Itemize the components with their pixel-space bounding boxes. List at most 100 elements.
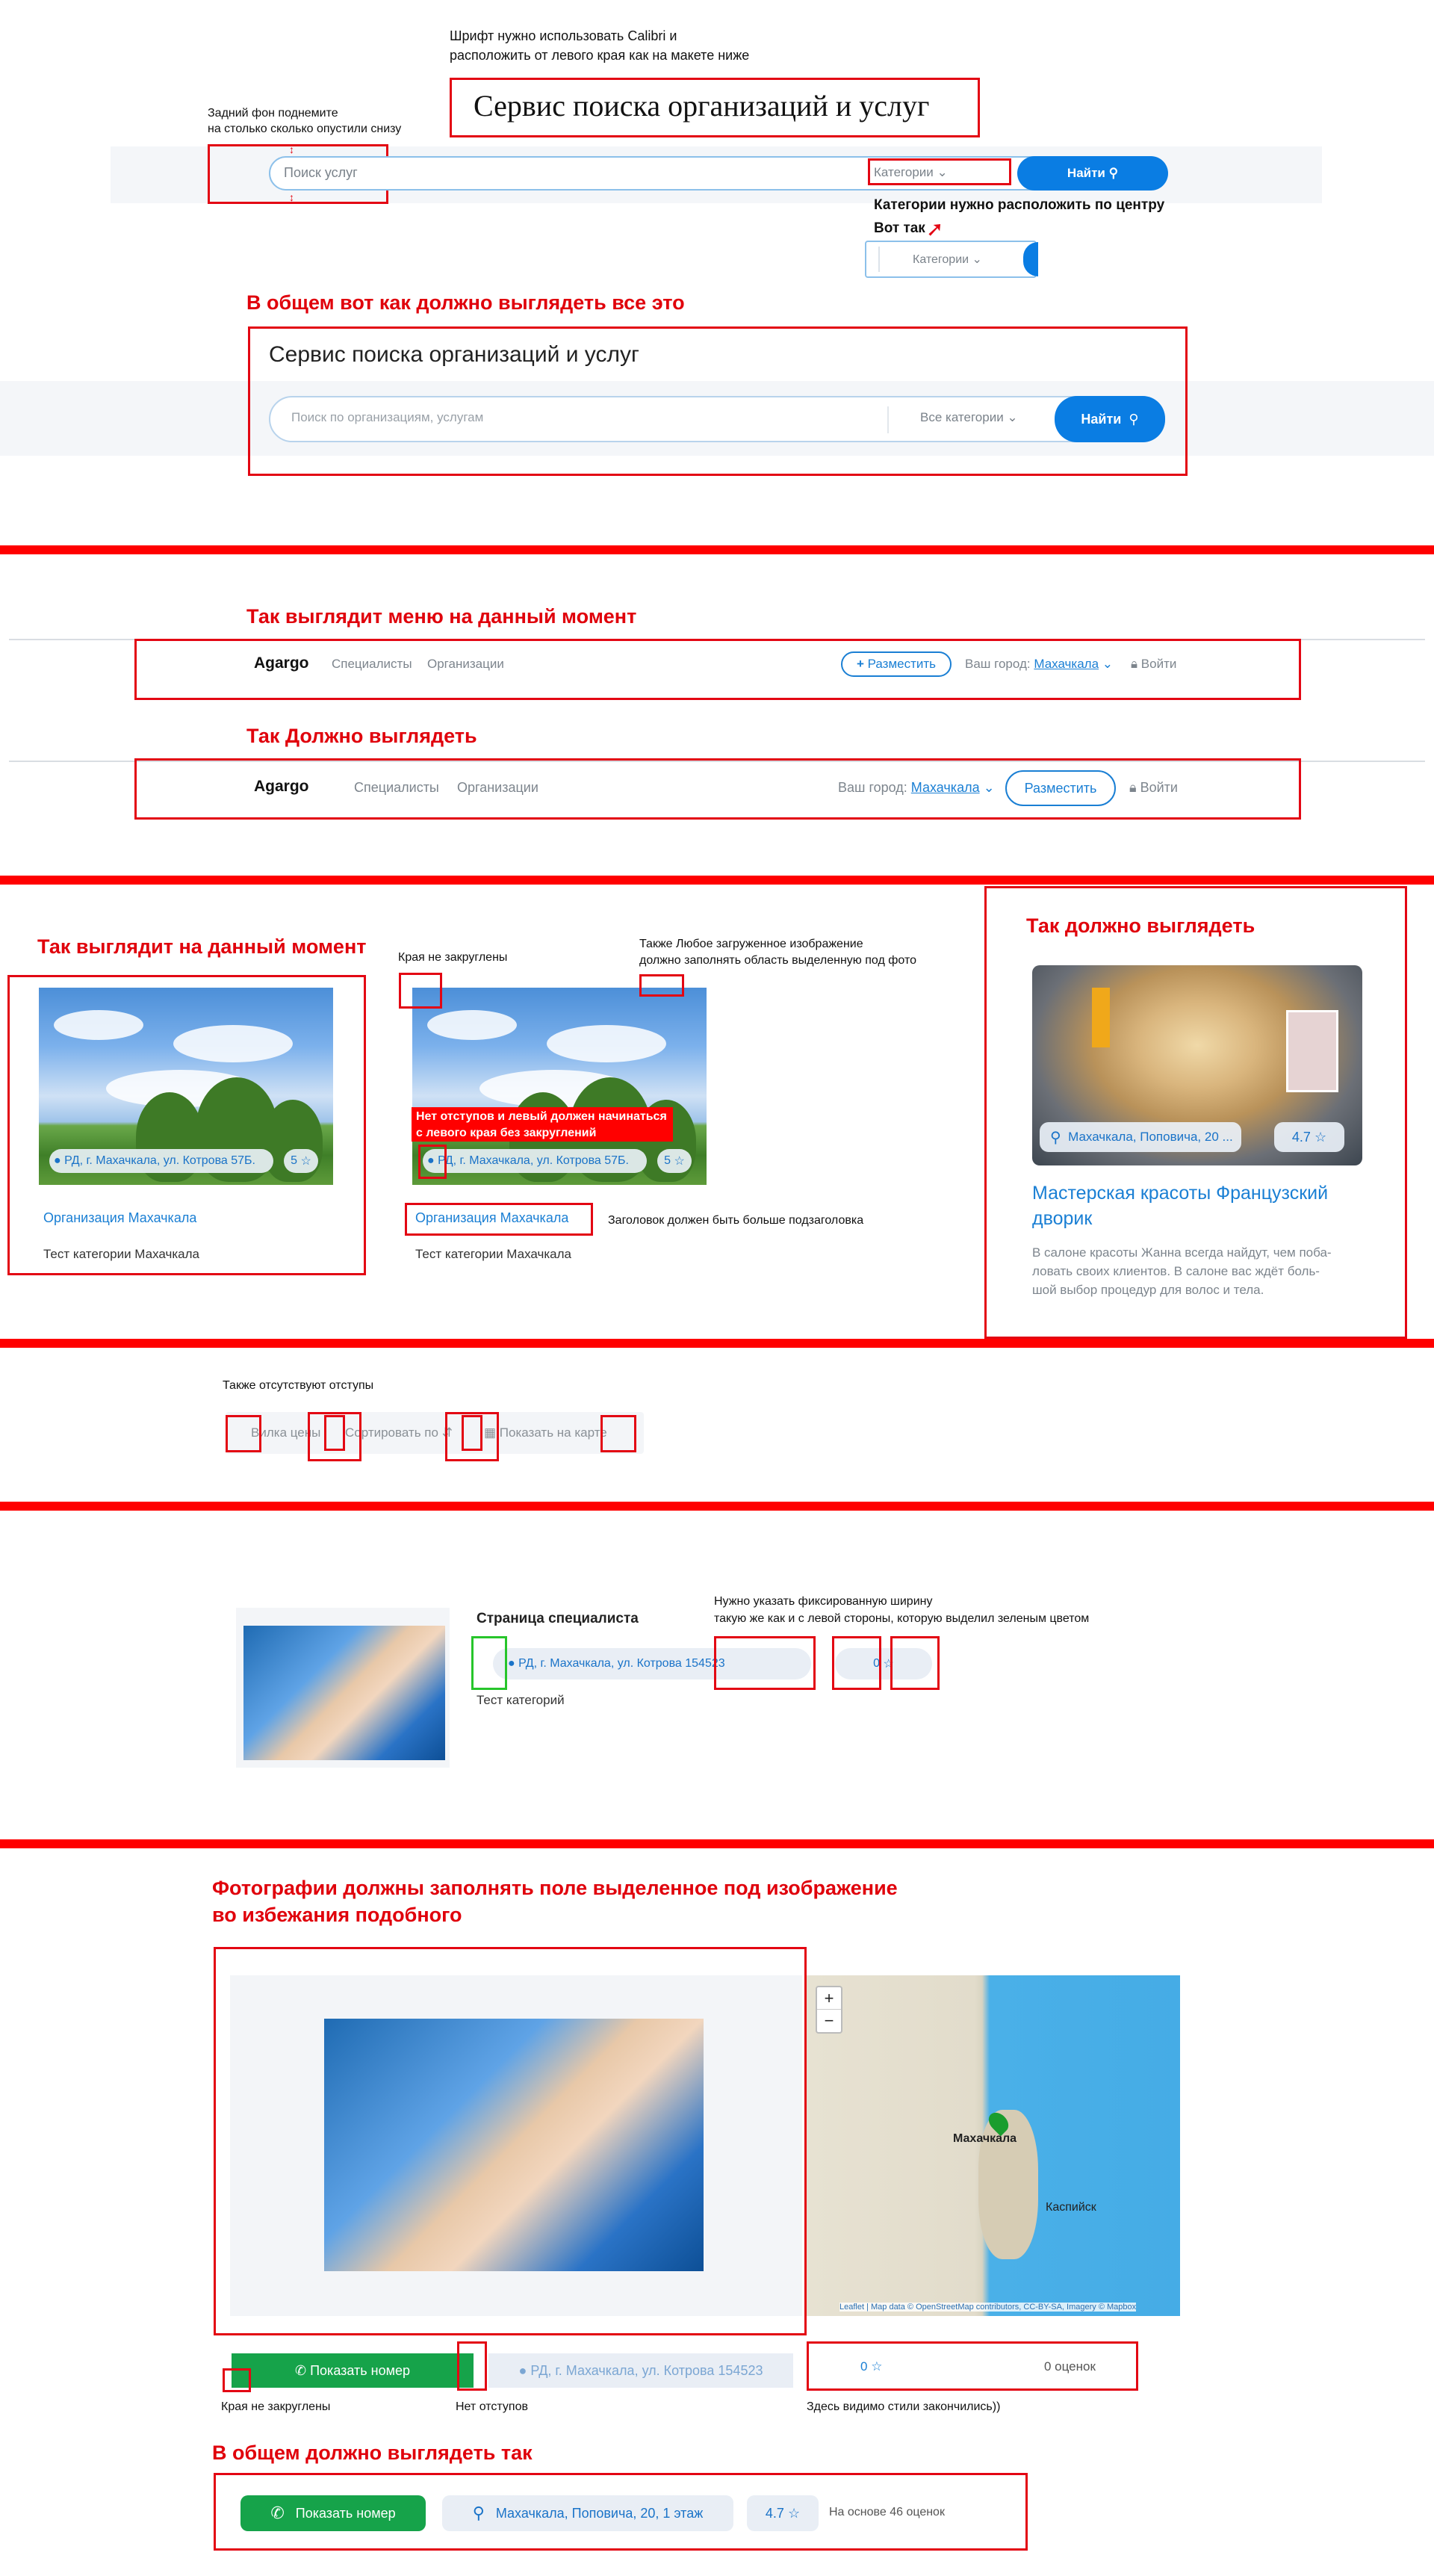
menu-current-box	[134, 639, 1301, 700]
cloud-shape	[54, 1010, 143, 1040]
overall-heading-1: В общем вот как должно выглядеть все это	[246, 291, 685, 314]
show-number-label: Показать номер	[295, 2505, 396, 2521]
image-note-line2: должно заполнять область выделенную под …	[639, 954, 916, 967]
font-note-line1: Шрифт нужно использовать Calibri и	[450, 28, 677, 43]
categories-dropdown-target[interactable]: Все категории ⌄	[920, 410, 1018, 425]
photo-heading-line1: Фотографии должны заполнять поле выделен…	[212, 1877, 898, 1899]
star-icon: ☆	[1314, 1129, 1327, 1145]
address-text: Махачкала, Поповича, 20 ...	[1068, 1130, 1233, 1144]
nav-specialists-current[interactable]: Специалисты	[332, 657, 412, 672]
find-button-target[interactable]: Найти ⚲	[1055, 396, 1165, 442]
card-current-title[interactable]: Организация Махачкала	[43, 1210, 196, 1226]
card-current-rating: 5 ☆	[284, 1149, 318, 1173]
categories-center-note: Категории нужно расположить по центру	[874, 197, 1165, 213]
star-icon: ☆	[871, 2359, 883, 2374]
show-number-button-target[interactable]: ✆ Показать номер	[240, 2495, 426, 2531]
map-pin-icon: ●	[508, 1657, 515, 1670]
address-edge-highlight-box	[418, 1145, 447, 1179]
login-target[interactable]: 🔒︎ Войти	[1129, 780, 1178, 796]
card-annotated-category: Тест категории Махачкала	[415, 1247, 571, 1261]
search-placeholder-current: Поиск услуг	[284, 165, 358, 180]
map-pin-icon: ⚲	[472, 2504, 485, 2522]
search-separator	[887, 406, 889, 433]
card-target-description: В салоне красоты Жанна всегда найдут, че…	[1032, 1243, 1332, 1299]
card-current-address: ● РД, г. Махачкала, ул. Котрова 57Б.	[49, 1149, 273, 1173]
styles-note: Здесь видимо стили закончились))	[807, 2400, 1001, 2413]
width-note-line2: такую же как и с левой стороны, которую …	[714, 1612, 1090, 1625]
place-button-label: Разместить	[1024, 780, 1097, 796]
address-text: РД, г. Махачкала, ул. Котрова 57Б.	[438, 1154, 629, 1167]
map-attribution: Leaflet | Map data © OpenStreetMap contr…	[839, 2303, 1137, 2312]
star-icon: ☆	[300, 1155, 311, 1168]
desc-line1: В салоне красоты Жанна всегда найдут, че…	[1032, 1245, 1332, 1260]
desc-line3: шой выбор процедур для волос и тела.	[1032, 1283, 1264, 1297]
menu-current-heading: Так выглядит меню на данный момент	[246, 605, 637, 628]
divider-5	[0, 1839, 1434, 1848]
place-button-target[interactable]: Разместить	[1005, 770, 1116, 806]
zoom-out-button[interactable]: −	[817, 2010, 841, 2032]
rating-value: 5	[291, 1154, 298, 1167]
rating-value: 4.7	[1291, 1129, 1311, 1145]
divider-3	[0, 1339, 1434, 1348]
categories-target-label: Все категории	[920, 410, 1004, 424]
no-padding-line1: Нет отступов и левый должен начинаться	[416, 1110, 667, 1123]
gap-highlight-2b	[324, 1415, 345, 1451]
chevron-down-icon: ⌄	[1102, 657, 1114, 671]
specialist-title: Страница специалиста	[477, 1611, 639, 1626]
card-target-rating: 4.7 ☆	[1274, 1122, 1344, 1152]
address-text: РД, г. Махачкала, ул. Котрова 57Б.	[64, 1154, 255, 1167]
specialist-category: Тест категорий	[477, 1693, 565, 1707]
address-bar-target: ⚲ Махачкала, Поповича, 20, 1 этаж	[442, 2495, 733, 2531]
categories-highlight-box	[868, 158, 1011, 185]
nav-organizations-target[interactable]: Организации	[457, 780, 538, 796]
card-target-heading: Так должно выглядеть	[1026, 914, 1255, 937]
cloud-shape	[173, 1025, 293, 1062]
city-selector-target[interactable]: Ваш город: Махачкала ⌄	[838, 780, 995, 796]
login-current[interactable]: 🔒︎ Войти	[1131, 657, 1176, 672]
reviews-current: 0 оценок	[1044, 2359, 1096, 2374]
no-padding-callout: Нет отступов и левый должен начинаться с…	[412, 1107, 673, 1142]
fixed-width-reference-box	[471, 1636, 507, 1690]
logo-current[interactable]: Agargo	[254, 654, 309, 672]
map-pin-icon: ⚲	[1050, 1129, 1061, 1146]
red-arrow-icon: ➚	[926, 217, 944, 241]
image-area-highlight-box	[639, 974, 684, 997]
card-annotated-title[interactable]: Организация Махачкала	[415, 1210, 568, 1226]
divider-4	[0, 1502, 1434, 1511]
card-target-title[interactable]: Мастерская красоты Французский дворик	[1032, 1180, 1328, 1231]
chevron-down-icon: ⌄	[1007, 410, 1018, 424]
find-target-label: Найти	[1081, 411, 1122, 427]
nav-specialists-target[interactable]: Специалисты	[354, 780, 439, 796]
search-icon: ⚲	[1129, 411, 1139, 427]
city-label: Ваш город:	[965, 657, 1031, 671]
phone-icon: ✆	[270, 2504, 285, 2522]
rating-value: 4.7	[765, 2505, 784, 2521]
divider-1	[0, 545, 1434, 554]
gallery-photo	[324, 2019, 704, 2271]
gap-highlight-3b	[462, 1415, 482, 1451]
menu-target-heading: Так Должно выглядеть	[246, 725, 477, 747]
map-pin-icon: ●	[518, 2362, 527, 2378]
logo-target[interactable]: Agargo	[254, 778, 309, 796]
place-button-current[interactable]: + Разместить	[841, 651, 952, 677]
place-button-label: Разместить	[867, 657, 937, 671]
city-label: Ваш город:	[838, 780, 907, 795]
address-text: Махачкала, Поповича, 20, 1 этаж	[495, 2505, 704, 2521]
categories-example-label: Категории	[913, 253, 969, 266]
find-button-current[interactable]: Найти ⚲	[1017, 156, 1168, 191]
rating-width-highlight-1	[832, 1636, 881, 1690]
map-city-label-2: Каспийск	[1046, 2201, 1096, 2214]
rating-width-highlight-2	[890, 1636, 940, 1690]
zoom-in-button[interactable]: +	[817, 1987, 841, 2010]
show-number-button-current[interactable]: ✆ Показать номер	[232, 2353, 474, 2388]
no-padding-note: Нет отступов	[456, 2400, 528, 2413]
city-selector-current[interactable]: Ваш город: Махачкала ⌄	[965, 657, 1113, 672]
nav-organizations-current[interactable]: Организации	[427, 657, 504, 672]
map[interactable]: + − Махачкала Каспийск Leaflet | Map dat…	[807, 1975, 1180, 2316]
mirror-frame	[1092, 988, 1110, 1047]
categories-example: Категории ⌄	[913, 252, 982, 267]
plus-icon: +	[856, 657, 864, 671]
categories-example-separator	[878, 247, 880, 272]
show-on-map-button[interactable]: ▦ Показать на карте	[484, 1425, 607, 1440]
card-annotated-rating: 5 ☆	[657, 1149, 692, 1173]
